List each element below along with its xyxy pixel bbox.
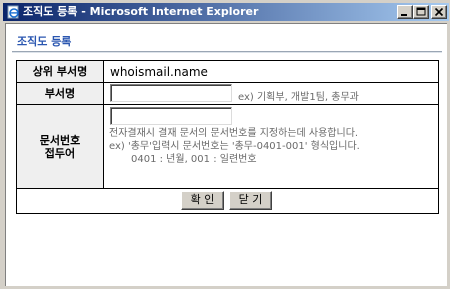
doc-prefix-desc-line1: 전자결재시 결재 문서의 문서번호를 지정하는데 사용합니다. xyxy=(109,128,359,139)
maximize-button[interactable] xyxy=(413,5,429,19)
window-title: 조직도 등록 - Microsoft Internet Explorer xyxy=(23,5,259,18)
dept-name-row: 부서명 ex) 기획부, 개발1팀, 총무과 xyxy=(17,83,438,105)
title-divider-shadow xyxy=(12,52,442,53)
ie-page-icon[interactable] xyxy=(5,4,21,20)
close-icon xyxy=(434,7,444,17)
doc-prefix-row: 문서번호 접두어 전자결재시 결재 문서의 문서번호를 지정하는데 사용합니다.… xyxy=(17,105,438,189)
doc-prefix-label-line2: 접두어 xyxy=(44,146,76,160)
doc-prefix-desc-line2: ex) '총무'입력시 문서번호는 '총무-0401-001' 형식입니다. xyxy=(109,141,360,152)
parent-dept-value: whoismail.name xyxy=(110,65,208,79)
dept-name-label: 부서명 xyxy=(17,83,104,104)
close-button[interactable] xyxy=(431,5,447,19)
doc-prefix-input[interactable] xyxy=(110,107,232,125)
close-dialog-button[interactable]: 닫 기 xyxy=(229,191,272,210)
browser-window: 조직도 등록 - Microsoft Internet Explorer 조직도… xyxy=(0,0,450,289)
page-title: 조직도 등록 xyxy=(17,35,72,48)
org-register-form: 상위 부서명 whoismail.name 부서명 ex) 기획부, 개발1팀,… xyxy=(16,60,439,214)
button-row: 확 인 닫 기 xyxy=(17,189,438,213)
minimize-icon xyxy=(401,14,407,16)
doc-prefix-desc-line3: 0401 : 년월, 001 : 일련번호 xyxy=(131,154,257,165)
title-bar[interactable]: 조직도 등록 - Microsoft Internet Explorer xyxy=(3,3,449,21)
dept-name-hint: ex) 기획부, 개발1팀, 총무과 xyxy=(238,92,359,103)
doc-prefix-description: 전자결재시 결재 문서의 문서번호를 지정하는데 사용합니다. ex) '총무'… xyxy=(109,127,360,166)
doc-prefix-label-line1: 문서번호 xyxy=(39,133,81,147)
maximize-icon xyxy=(416,7,426,16)
dept-name-input[interactable] xyxy=(110,84,232,102)
confirm-button[interactable]: 확 인 xyxy=(181,191,224,210)
parent-dept-row: 상위 부서명 whoismail.name xyxy=(17,61,438,83)
page-content: 조직도 등록 상위 부서명 whoismail.name 부서명 ex) 기획부… xyxy=(5,23,447,286)
doc-prefix-label: 문서번호 접두어 xyxy=(17,105,104,188)
minimize-button[interactable] xyxy=(397,5,413,19)
parent-dept-label: 상위 부서명 xyxy=(17,61,104,82)
